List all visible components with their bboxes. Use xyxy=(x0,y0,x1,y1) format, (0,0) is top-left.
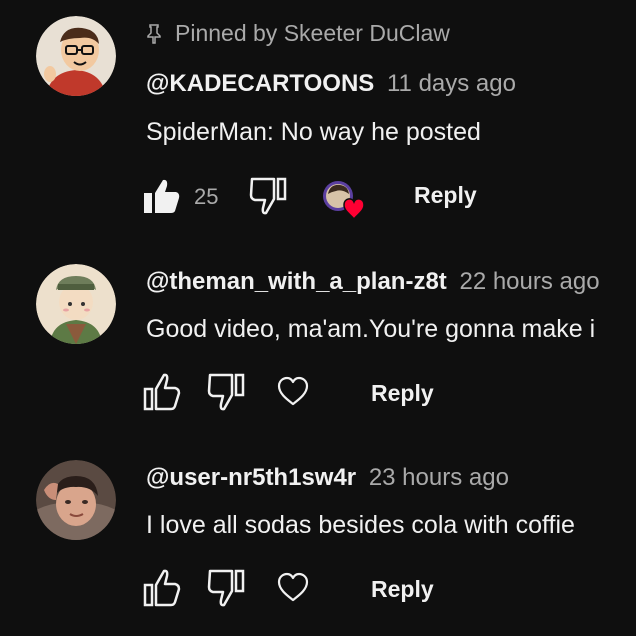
thumb-down-icon[interactable] xyxy=(248,176,288,216)
reply-button[interactable]: Reply xyxy=(371,380,434,407)
comment-item: @theman_with_a_plan-z8t 22 hours ago Goo… xyxy=(0,240,636,436)
thumb-up-icon[interactable] xyxy=(142,372,182,412)
avatar[interactable] xyxy=(36,264,116,344)
comment-author[interactable]: @theman_with_a_plan-z8t xyxy=(146,268,447,295)
pinned-label: Pinned by Skeeter DuClaw xyxy=(175,20,450,46)
comment-header: @user-nr5th1sw4r 23 hours ago xyxy=(146,464,509,492)
avatar[interactable] xyxy=(36,16,116,96)
thumb-up-filled-icon[interactable] xyxy=(142,176,182,216)
comment-time[interactable]: 22 hours ago xyxy=(459,268,599,295)
avatar[interactable] xyxy=(36,460,116,540)
pinned-badge: Pinned by Skeeter DuClaw xyxy=(146,20,450,47)
reply-button[interactable]: Reply xyxy=(371,576,434,603)
comment-text: Good video, ma'am.You're gonna make i xyxy=(146,315,596,343)
comment-item: @user-nr5th1sw4r 23 hours ago I love all… xyxy=(0,436,636,636)
comment-actions: Reply xyxy=(142,370,522,414)
comment-author[interactable]: @KADECARTOONS xyxy=(146,70,374,97)
comment-time[interactable]: 23 hours ago xyxy=(369,464,509,491)
reply-button[interactable]: Reply xyxy=(414,182,477,209)
creator-heart-icon xyxy=(323,181,365,220)
avatar-image xyxy=(36,16,116,96)
comment-actions: 25 Reply xyxy=(142,174,562,220)
avatar-image xyxy=(36,460,116,540)
comment-header: @theman_with_a_plan-z8t 22 hours ago xyxy=(146,268,600,296)
heart-icon[interactable] xyxy=(276,572,310,604)
pin-icon xyxy=(147,23,161,44)
comment-header: @KADECARTOONS 11 days ago xyxy=(146,70,516,98)
comment-actions: Reply xyxy=(142,566,522,610)
thumb-down-icon[interactable] xyxy=(206,568,246,608)
comment-time[interactable]: 11 days ago xyxy=(387,70,516,97)
like-count: 25 xyxy=(194,184,219,209)
comment-text: SpiderMan: No way he posted xyxy=(146,118,481,146)
comment-text: I love all sodas besides cola with coffi… xyxy=(146,511,575,539)
thumb-down-icon[interactable] xyxy=(206,372,246,412)
heart-icon[interactable] xyxy=(276,376,310,408)
thumb-up-icon[interactable] xyxy=(142,568,182,608)
comment-item: Pinned by Skeeter DuClaw @KADECARTOONS 1… xyxy=(0,0,636,240)
avatar-image xyxy=(36,264,116,344)
comment-author[interactable]: @user-nr5th1sw4r xyxy=(146,464,356,491)
